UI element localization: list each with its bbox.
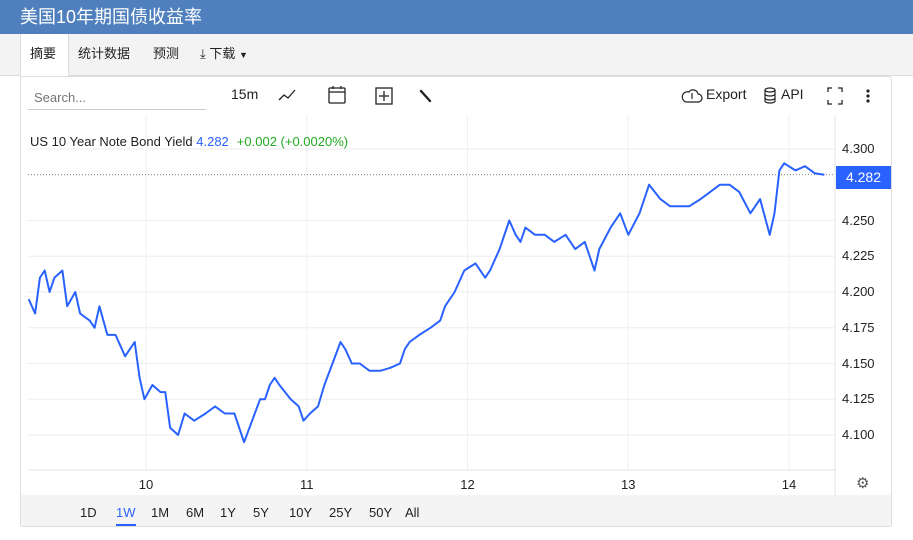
y-tick-label: 4.100 [842, 427, 875, 442]
y-tick-label: 4.300 [842, 141, 875, 156]
settings-gear-icon[interactable]: ⚙ [856, 474, 869, 492]
x-tick-label: 11 [300, 477, 314, 492]
y-tick-label: 4.200 [842, 284, 875, 299]
yield-line [27, 162, 825, 444]
range-25y[interactable]: 25Y [329, 505, 352, 520]
range-1m[interactable]: 1M [151, 505, 169, 520]
y-tick-label: 4.125 [842, 391, 875, 407]
legend-change: +0.002 (+0.0020%) [236, 134, 349, 149]
y-tick-label: 4.150 [842, 355, 875, 371]
legend-name: US 10 Year Note Bond Yield [30, 134, 193, 149]
range-1y[interactable]: 1Y [220, 505, 236, 520]
chart-canvas[interactable] [0, 0, 913, 540]
y-tick-label: 4.225 [842, 248, 875, 264]
range-10y[interactable]: 10Y [289, 505, 312, 520]
x-tick-label: 13 [621, 477, 636, 492]
y-tick-label: 4.250 [842, 212, 875, 228]
x-tick-label: 12 [460, 477, 475, 492]
range-6m[interactable]: 6M [186, 505, 204, 520]
y-tick-label: 4.175 [842, 319, 875, 335]
range-1d[interactable]: 1D [80, 505, 97, 520]
last-price-label: 4.282 [836, 166, 891, 189]
x-tick-label: 14 [781, 477, 797, 492]
range-1w[interactable]: 1W [116, 505, 136, 526]
x-tick-label: 10 [138, 477, 154, 492]
legend-value: 4.282 [196, 134, 229, 149]
range-all[interactable]: All [405, 505, 419, 520]
range-5y[interactable]: 5Y [253, 505, 269, 520]
range-50y[interactable]: 50Y [369, 505, 392, 520]
chart-legend: US 10 Year Note Bond Yield 4.282 +0.002 (… [30, 134, 348, 149]
